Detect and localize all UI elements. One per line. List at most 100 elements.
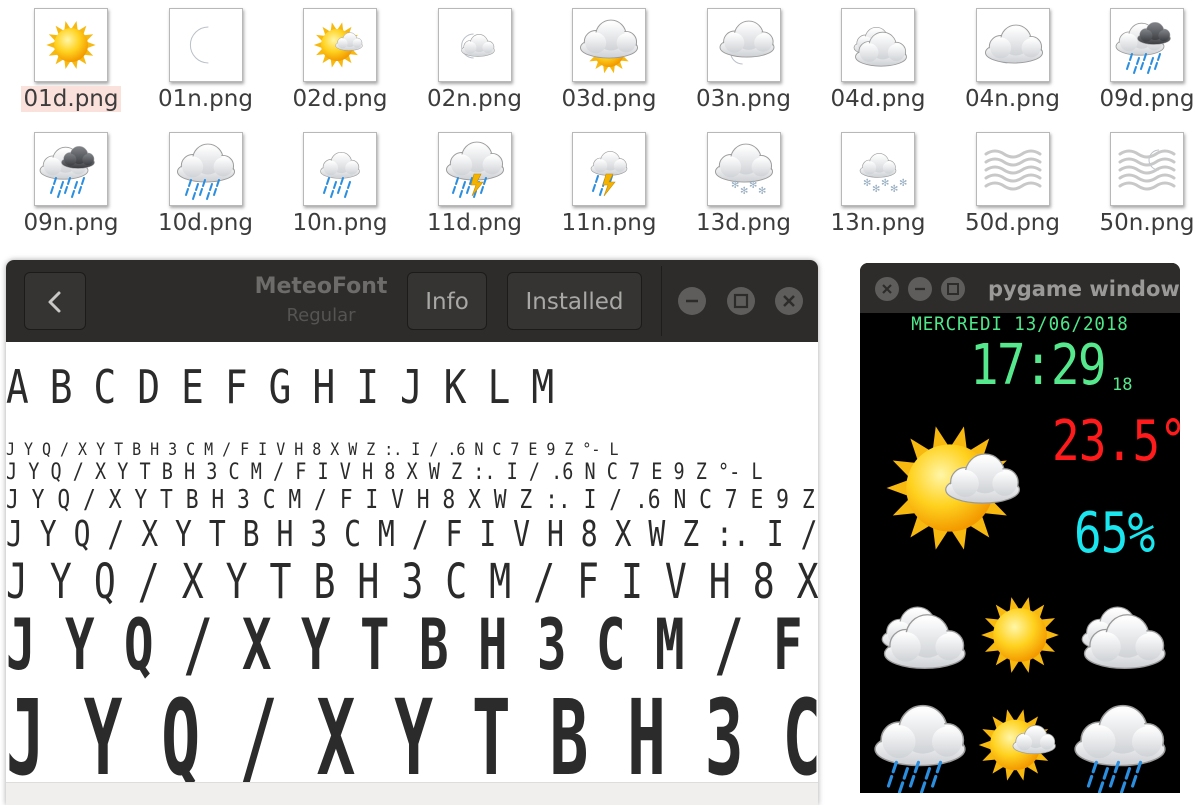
file-item[interactable]: 02n.png — [414, 0, 534, 118]
fog-icon — [975, 132, 1050, 206]
font-viewer-window: MeteoFont Regular Info Installed A B C D… — [6, 260, 818, 805]
svg-text:✻: ✻ — [899, 178, 907, 189]
alphabet-preview: A B C D E F G H I J K L M — [6, 360, 554, 414]
svg-text:✻: ✻ — [731, 180, 739, 191]
minimize-icon — [686, 299, 698, 303]
file-name-text: 03d.png — [561, 86, 657, 112]
file-item[interactable]: 09d.png — [1086, 0, 1202, 118]
file-name: 09n.png — [10, 210, 132, 236]
file-name: 11n.png — [548, 210, 670, 236]
minimize-icon — [915, 287, 925, 291]
file-name-text: 02n.png — [427, 86, 522, 112]
time-display: 17:29 — [970, 333, 1106, 398]
file-name-text: 02d.png — [292, 86, 388, 112]
svg-text:✻: ✻ — [890, 184, 898, 195]
cloud-sun-icon — [572, 8, 646, 82]
file-item[interactable]: 50d.png — [952, 124, 1072, 242]
close-icon — [783, 295, 795, 307]
installed-button[interactable]: Installed — [507, 272, 642, 330]
file-name: 03d.png — [548, 86, 670, 112]
forecast-weather-icon — [1068, 693, 1172, 793]
minimize-button[interactable] — [678, 287, 706, 315]
font-viewer-footer — [6, 782, 818, 805]
file-name-text: 01n.png — [158, 86, 253, 112]
file-name: 13d.png — [683, 210, 805, 236]
file-name: 09d.png — [1086, 86, 1202, 112]
file-item[interactable]: 10n.png — [279, 124, 399, 242]
file-item[interactable]: 11n.png — [548, 124, 668, 242]
file-item[interactable]: 50n.png — [1086, 124, 1202, 242]
cloud-moon-icon — [706, 8, 781, 82]
font-viewer-headerbar: MeteoFont Regular Info Installed — [6, 260, 818, 342]
file-name: 50d.png — [952, 210, 1074, 236]
maximize-button[interactable] — [727, 287, 755, 315]
file-name: 10n.png — [279, 210, 401, 236]
file-item[interactable]: ✻ ✻ ✻ ✻ ✻ 13n.png — [817, 124, 937, 242]
info-button[interactable]: Info — [407, 272, 487, 330]
sample-size-6: J Y Q / X Y T B H 3 C M / F I V H 8 X W … — [6, 604, 803, 686]
sun-small-cloud-icon — [303, 8, 377, 82]
cloud-snow-small-icon: ✻ ✻ ✻ ✻ ✻ — [841, 132, 915, 206]
pygame-close-button[interactable] — [875, 277, 899, 301]
file-item[interactable]: 04d.png — [817, 0, 937, 118]
forecast-weather-icon — [968, 693, 1072, 793]
file-name-text: 10n.png — [292, 210, 388, 236]
file-name: 02n.png — [414, 86, 536, 112]
file-item[interactable]: 01n.png — [145, 0, 265, 118]
file-item[interactable]: 02d.png — [279, 0, 399, 118]
file-name: 01d.png — [10, 86, 132, 112]
fog-moon-icon — [1110, 132, 1184, 206]
close-icon — [882, 284, 892, 294]
chevron-left-icon — [48, 291, 61, 313]
file-item[interactable]: 03n.png — [683, 0, 803, 118]
file-name-text: 09d.png — [1099, 86, 1195, 112]
file-item[interactable]: 03d.png — [548, 0, 668, 118]
dark-cloud-rain-icon — [1110, 8, 1184, 82]
clouds-icon — [841, 8, 915, 82]
header-separator — [661, 266, 662, 336]
back-button[interactable] — [24, 272, 86, 330]
svg-text:✻: ✻ — [758, 186, 766, 197]
sample-size-5: J Y Q / X Y T B H 3 C M / F I V H 8 X W … — [6, 554, 818, 610]
svg-text:✻: ✻ — [872, 184, 880, 195]
temperature-display: 23.5° — [1052, 409, 1180, 474]
svg-text:✻: ✻ — [881, 178, 889, 189]
file-name-text: 11n.png — [561, 210, 657, 236]
svg-text:✻: ✻ — [863, 178, 871, 189]
file-icon-grid: 01d.png 01n.png 02d.png 02n.png 03d.png … — [0, 0, 1202, 250]
maximize-icon — [947, 283, 959, 295]
cloud-storm-icon — [437, 132, 512, 206]
pygame-window: pygame window MERCREDI 13/06/2018 17:29 … — [860, 263, 1180, 793]
file-item[interactable]: 04n.png — [952, 0, 1072, 118]
date-display: MERCREDI 13/06/2018 — [911, 313, 1129, 335]
file-name: 02d.png — [279, 86, 401, 112]
sample-size-2: J Y Q / X Y T B H 3 C M / F I V H 8 X W … — [6, 460, 763, 485]
close-button[interactable] — [775, 287, 803, 315]
pygame-minimize-button[interactable] — [908, 277, 932, 301]
moon-icon — [168, 8, 243, 82]
font-preview-area: A B C D E F G H I J K L M J Y Q / X Y T … — [6, 342, 818, 782]
file-name-text: 11d.png — [427, 210, 522, 236]
file-name-text: 04n.png — [965, 86, 1060, 112]
svg-text:✻: ✻ — [749, 180, 757, 191]
file-name: 04n.png — [952, 86, 1074, 112]
file-item[interactable]: 09n.png — [10, 124, 130, 242]
pygame-maximize-button[interactable] — [941, 277, 965, 301]
file-item[interactable]: 01d.png — [10, 0, 130, 118]
sample-size-4: J Y Q / X Y T B H 3 C M / F I V H 8 X W … — [6, 514, 818, 555]
file-name: 11d.png — [414, 210, 536, 236]
file-item[interactable]: 10d.png — [145, 124, 265, 242]
dark-cloud-rain-icon — [34, 132, 108, 206]
humidity-display: 65% — [1074, 501, 1155, 566]
file-name: 03n.png — [683, 86, 805, 112]
file-name-text: 50d.png — [965, 210, 1060, 236]
file-item[interactable]: 11d.png — [414, 124, 534, 242]
file-name-text: 01d.png — [20, 86, 122, 112]
sample-size-1: J Y Q / X Y T B H 3 C M / F I V H 8 X W … — [6, 440, 619, 460]
file-name-text: 13n.png — [830, 210, 926, 236]
file-item[interactable]: ✻ ✻ ✻ ✻ 13d.png — [683, 124, 803, 242]
sample-size-3: J Y Q / X Y T B H 3 C M / F I V H 8 X W … — [6, 485, 818, 515]
file-name-text: 03n.png — [696, 86, 791, 112]
pygame-window-title: pygame window — [988, 277, 1180, 301]
cloud-snow-icon: ✻ ✻ ✻ ✻ — [706, 132, 781, 206]
